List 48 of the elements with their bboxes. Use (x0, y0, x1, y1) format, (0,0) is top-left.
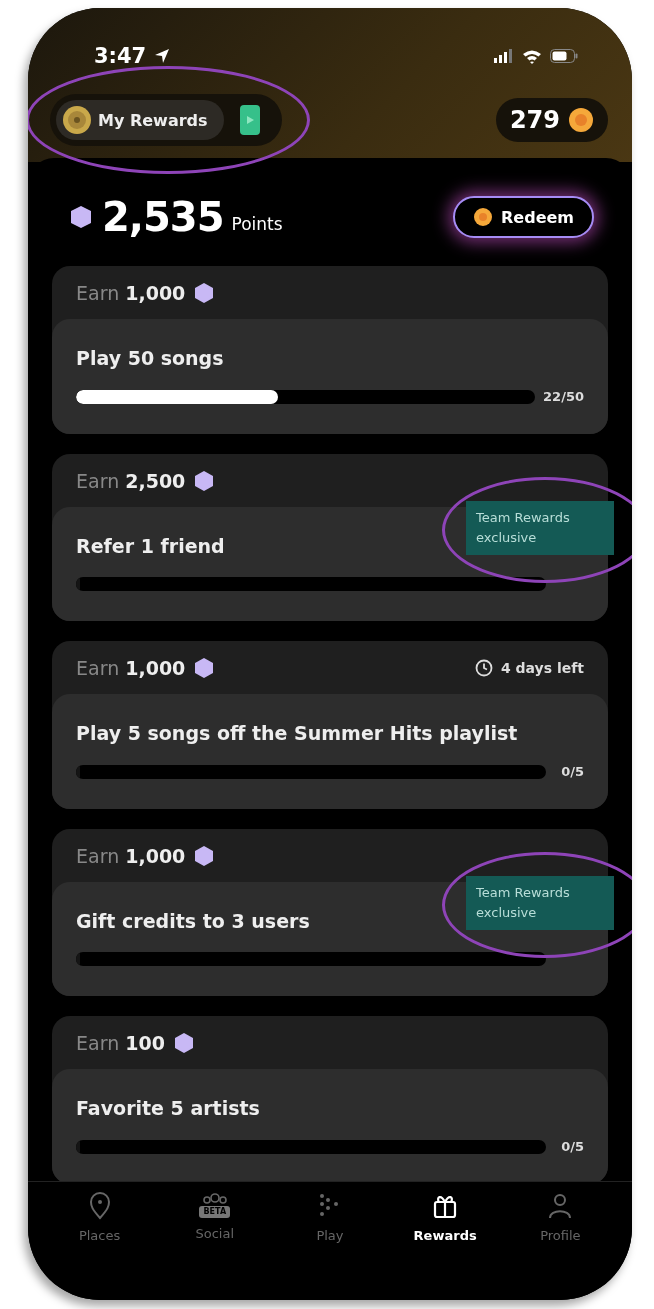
map-pin-icon (87, 1192, 112, 1220)
play-card-icon[interactable] (239, 105, 260, 135)
task-card[interactable]: Earn 1,000 4 days left Play 5 songs off the Summer Hits playlist 0/5 (52, 641, 608, 809)
coin-icon (568, 107, 594, 133)
battery-icon (550, 49, 578, 63)
time-left: 4 days left (500, 660, 584, 676)
points-label: Points (231, 214, 283, 234)
gem-icon (193, 657, 216, 679)
nav-tab[interactable]: Rewards (397, 1192, 494, 1256)
progress-count: 22/50 (543, 389, 584, 404)
coin-icon (473, 207, 493, 227)
task-card[interactable]: Earn 1,000 Play 50 songs 22/50 (52, 266, 608, 434)
nav-tab[interactable]: Play (281, 1192, 378, 1256)
task-title: Refer 1 friend (76, 535, 225, 557)
redeem-button[interactable]: Redeem (453, 196, 594, 238)
gem-icon (172, 1032, 195, 1054)
nav-tab[interactable]: Profile (512, 1192, 609, 1256)
location-arrow-icon (154, 48, 171, 64)
earn-label: Earn 1,000 (76, 845, 186, 867)
coin-count: 279 (509, 106, 560, 134)
earn-label: Earn 100 (76, 1032, 165, 1054)
nav-tab[interactable]: Places (51, 1192, 148, 1256)
earn-label: Earn 1,000 (76, 282, 186, 304)
gem-icon (193, 845, 216, 867)
progress-count: 0/5 (560, 1139, 584, 1154)
task-title: Play 50 songs (76, 347, 224, 369)
earn-label: Earn 2,500 (76, 470, 186, 492)
clock-icon (474, 659, 493, 677)
exclusive-badge: Team Rewards exclusive (466, 876, 614, 931)
earn-label: Earn 1,000 (76, 657, 186, 679)
exclusive-badge: Team Rewards exclusive (466, 501, 614, 556)
task-title: Play 5 songs off the Summer Hits playlist (76, 722, 518, 744)
task-title: Favorite 5 artists (76, 1097, 260, 1119)
task-card[interactable]: Earn 100 Favorite 5 artists 0/5 (52, 1016, 608, 1181)
gem-icon (68, 204, 94, 230)
record-icon (62, 105, 92, 135)
beta-badge: BETA (199, 1206, 231, 1218)
gem-icon (193, 470, 216, 492)
coin-balance[interactable]: 279 (495, 98, 608, 142)
nav-tab[interactable]: BETA Social (166, 1192, 263, 1256)
points-value: 2,535 (102, 194, 224, 240)
task-title: Gift credits to 3 users (76, 910, 310, 932)
gem-icon (193, 282, 216, 304)
wifi-icon (522, 48, 542, 64)
my-rewards-button[interactable]: My Rewards (56, 100, 224, 140)
status-time: 3:47 (94, 44, 147, 68)
progress-count: 0/5 (560, 764, 584, 779)
signal-icon (494, 49, 514, 63)
